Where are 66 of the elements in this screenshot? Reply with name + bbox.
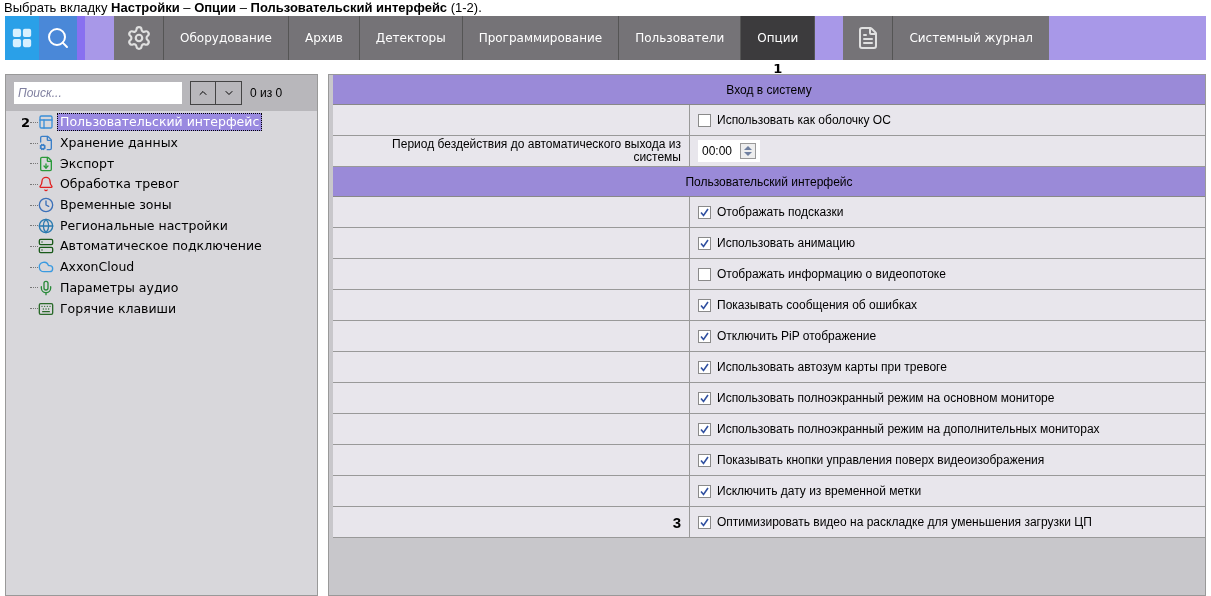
clock-icon [38, 197, 54, 214]
checkbox[interactable] [698, 484, 711, 498]
search-button[interactable] [39, 16, 77, 60]
tab[interactable]: Архив [289, 16, 360, 60]
checkbox-label: Использовать как оболочку ОС [717, 112, 891, 129]
window-icon [38, 114, 54, 131]
checkbox-label: Использовать автозум карты при тревоге [717, 359, 947, 376]
field-label: Период бездействия до автоматического выхода из системы [391, 138, 681, 164]
next-button[interactable] [216, 81, 242, 105]
globe-icon [38, 217, 54, 234]
checkbox[interactable] [698, 391, 711, 405]
previous-button[interactable] [190, 81, 216, 105]
tree-item[interactable]: Хранение данных [57, 134, 181, 153]
checkbox[interactable] [698, 298, 711, 312]
checkbox-label: Оптимизировать видео на раскладке для уменьшения загрузки ЦП [717, 514, 1092, 531]
checkbox[interactable] [698, 329, 711, 343]
tree-item[interactable]: Параметры аудио [57, 278, 182, 297]
grid-icon [11, 27, 33, 49]
checkbox-label: Показывать сообщения об ошибках [717, 297, 918, 314]
checkbox-label: Использовать полноэкранный режим на основном мониторе [717, 390, 1055, 407]
search-icon [46, 26, 70, 50]
tab[interactable]: Детекторы [359, 16, 463, 60]
checkbox-label: Показывать кнопки управления поверх видеоизображения [717, 452, 1045, 469]
checkbox[interactable] [698, 267, 711, 281]
tab[interactable]: Оборудование [164, 16, 289, 60]
server-icon [38, 238, 54, 255]
callout-number: 1 [773, 62, 783, 75]
section-header: Вход в систему [333, 75, 1205, 105]
result-counter: 0 из 0 [250, 85, 283, 102]
spinner-icon [740, 143, 757, 159]
checkbox[interactable] [698, 453, 711, 467]
checkbox-label: Использовать полноэкранный режим на дополнительных мониторах [717, 421, 1100, 438]
checkbox[interactable] [698, 422, 711, 436]
checkbox[interactable] [698, 360, 711, 374]
tab-spacer [77, 16, 114, 60]
checkbox-label: Исключить дату из временной метки [717, 483, 922, 500]
checkbox[interactable] [698, 113, 711, 127]
document-gear-icon [38, 135, 54, 152]
checkbox[interactable] [698, 205, 711, 219]
bell-icon [38, 176, 54, 193]
tree-item[interactable]: Горячие клавиши [57, 299, 180, 318]
checkbox-label: Использовать анимацию [717, 235, 856, 252]
tree-item[interactable]: Автоматическое подключение [57, 237, 265, 256]
document-arrow-icon [38, 155, 54, 172]
callout-number: 3 [672, 515, 681, 529]
caption: Выбрать вкладку Настройки – Опции – Пользовательский интерфейс (1-2). [3, 0, 483, 16]
tab[interactable]: Системный журнал [893, 16, 1049, 60]
checkbox-label: Отображать информацию о видеопотоке [717, 266, 946, 283]
checkbox-label: Отображать подсказки [717, 204, 844, 221]
section-header: Пользовательский интерфейс [333, 167, 1205, 197]
time-field[interactable]: 00:00 [698, 140, 761, 162]
tree-item[interactable]: Обработка тревог [57, 175, 183, 194]
search-field[interactable]: Поиск... [14, 82, 182, 104]
tree-item[interactable]: Временные зоны [57, 196, 175, 215]
tree-item[interactable]: AxxonCloud [57, 258, 138, 277]
settings-icon [125, 25, 152, 51]
keyboard-icon [38, 300, 54, 317]
tab[interactable]: Программирование [462, 16, 620, 60]
microphone-icon [38, 279, 54, 296]
tree-item[interactable]: Региональные настройки [57, 216, 231, 235]
tree-item[interactable]: Экспорт [57, 154, 118, 173]
callout-number: 2 [19, 113, 30, 132]
checkbox[interactable] [698, 236, 711, 250]
tab-spacer [815, 16, 844, 60]
checkbox[interactable] [698, 515, 711, 529]
checkbox-label: Отключить PiP отображение [717, 328, 877, 345]
